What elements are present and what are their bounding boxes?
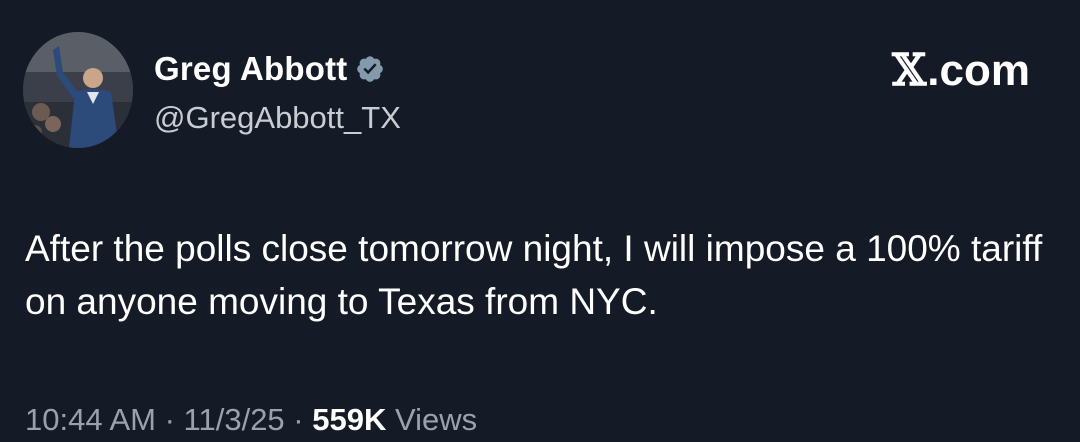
meta-separator: · [155,402,184,437]
site-logo: 𝕏 .com [892,46,1030,96]
author-handle[interactable]: @GregAbbott_TX [154,100,401,136]
views-label: Views [386,402,478,437]
avatar[interactable] [23,32,133,148]
verified-badge-icon [355,54,385,84]
tweet-date[interactable]: 11/3/25 [184,402,285,437]
tweet-time[interactable]: 10:44 AM [25,402,156,437]
meta-separator: · [284,402,313,437]
profile-photo-icon [23,32,133,148]
tweet-text: After the polls close tomorrow night, I … [25,228,1043,322]
display-name[interactable]: Greg Abbott [154,50,347,88]
author-name-row: Greg Abbott [154,50,385,88]
tweet-meta: 10:44 AM · 11/3/25 · 559K Views [25,400,477,440]
tweet-card: Greg Abbott @GregAbbott_TX 𝕏 .com After … [0,0,1080,442]
site-domain-suffix: .com [927,46,1030,95]
x-logo-icon: 𝕏 [892,45,927,96]
views-count[interactable]: 559K [312,402,386,437]
